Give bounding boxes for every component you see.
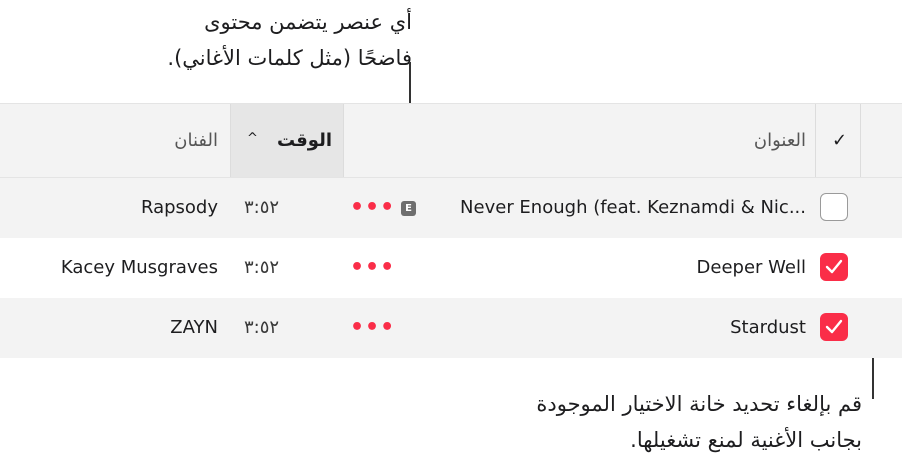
checkmark-icon (825, 259, 843, 274)
song-duration: ٣:٥٢ (244, 317, 280, 338)
column-divider[interactable] (230, 104, 231, 177)
song-checkbox[interactable] (820, 313, 848, 341)
time-column-label[interactable]: الوقت (277, 104, 332, 177)
table-row[interactable]: Deeper Well ••• ٣:٥٢ Kacey Musgraves (0, 238, 902, 298)
checkmark-icon (825, 319, 843, 334)
song-artist: ZAYN (170, 317, 218, 338)
checkbox-callout-line-1: قم بإلغاء تحديد خانة الاختيار الموجودة (536, 392, 862, 416)
song-checkbox[interactable] (820, 253, 848, 281)
table-row[interactable]: Stardust ••• ٣:٥٢ ZAYN (0, 298, 902, 358)
song-checkbox[interactable] (820, 193, 848, 221)
song-artist: Kacey Musgraves (60, 257, 218, 278)
table-header: ✓ العنوان ^ الوقت الفنان (0, 103, 902, 178)
checkbox-callout-line-2: بجانب الأغنية لمنع تشغيلها. (630, 428, 862, 452)
song-duration: ٣:٥٢ (244, 257, 280, 278)
check-column-header[interactable]: ✓ (832, 104, 847, 177)
more-options-button[interactable]: ••• (350, 238, 395, 298)
column-divider[interactable] (860, 104, 861, 177)
sort-ascending-icon: ^ (247, 131, 258, 146)
column-divider[interactable] (343, 104, 344, 177)
explicit-badge-icon: E (401, 201, 416, 216)
explicit-callout-line-1: أي عنصر يتضمن محتوى (204, 10, 412, 34)
column-divider[interactable] (815, 104, 816, 177)
table-row[interactable]: Never Enough (feat. Keznamdi & Nic... E … (0, 178, 902, 238)
song-title: Deeper Well (696, 257, 806, 278)
explicit-callout: أي عنصر يتضمن محتوى فاضحًا (مثل كلمات ال… (0, 4, 412, 76)
artist-column-header[interactable]: الفنان (174, 104, 218, 177)
title-column-header[interactable]: العنوان (754, 104, 806, 177)
checkbox-callout: قم بإلغاء تحديد خانة الاختيار الموجودة ب… (342, 386, 862, 458)
explicit-callout-line-2: فاضحًا (مثل كلمات الأغاني). (167, 46, 412, 70)
song-title: Never Enough (feat. Keznamdi & Nic... (460, 197, 806, 218)
song-duration: ٣:٥٢ (244, 197, 280, 218)
song-title: Stardust (730, 317, 806, 338)
song-artist: Rapsody (140, 197, 218, 218)
more-options-button[interactable]: ••• (350, 298, 395, 358)
more-options-button[interactable]: ••• (350, 178, 395, 238)
